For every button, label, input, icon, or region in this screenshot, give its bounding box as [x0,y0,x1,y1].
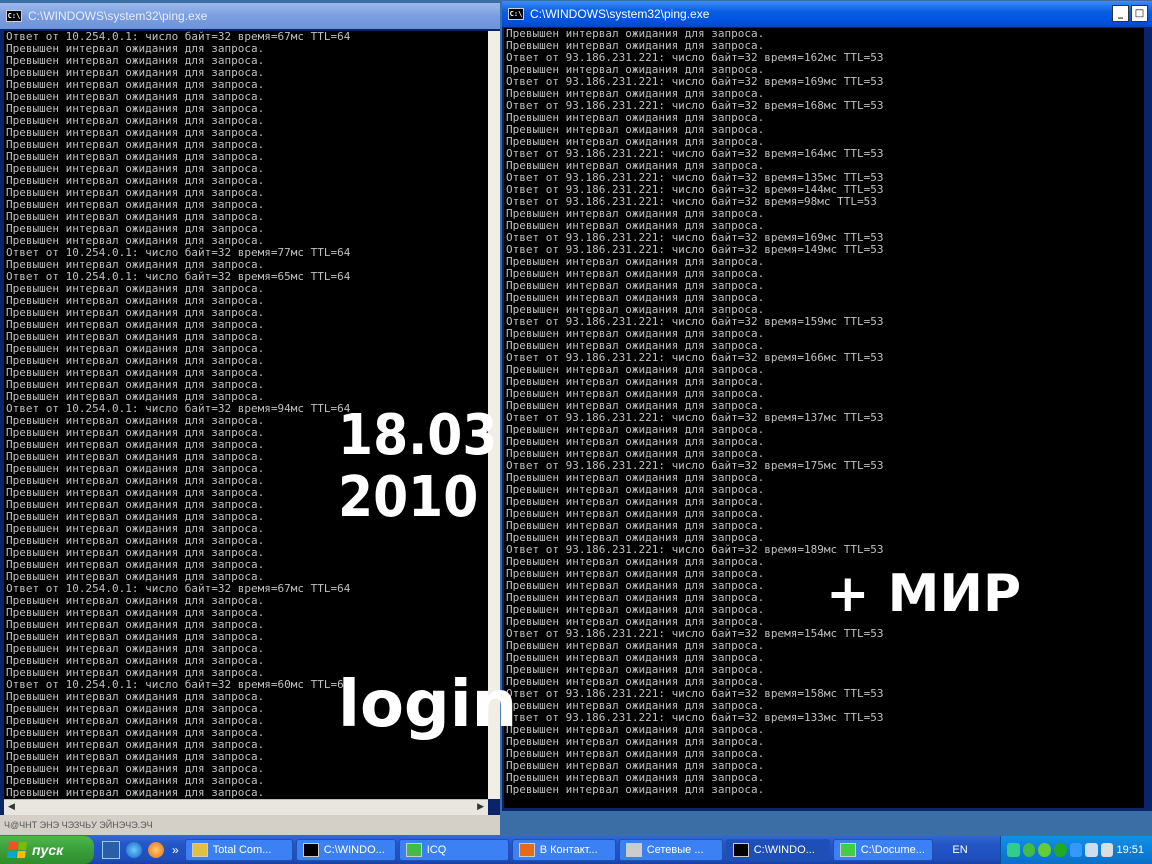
firefox-icon [518,843,535,857]
taskbar-button-label: ICQ [426,844,447,856]
clock[interactable]: 19:51 [1116,844,1144,856]
handwritten-mir: + МИР [826,564,1022,624]
right-window-titlebar[interactable]: C:\ C:\WINDOWS\system32\ping.exe _ □ [502,1,1152,27]
horizontal-scrollbar[interactable]: ◀ ▶ [4,799,488,815]
taskbar-button[interactable]: В Контакт... [511,839,616,861]
quick-launch [102,841,164,859]
taskbar-button[interactable]: C:\WINDO... [725,839,830,861]
taskbar-button[interactable]: C:\Docume... [832,839,933,861]
window-title: C:\WINDOWS\system32\ping.exe [28,9,208,23]
date-line-2: 2010 [338,465,479,530]
tray-icon-update[interactable] [1038,843,1051,857]
scroll-right-icon[interactable]: ▶ [477,802,484,812]
console-icon: C:\ [6,10,22,22]
maximize-button[interactable]: □ [1131,5,1148,22]
icq-flower-icon [405,843,422,857]
taskbar-button-label: Total Com... [212,844,272,856]
window-title: C:\WINDOWS\system32\ping.exe [530,7,710,21]
taskbar-button-label: В Контакт... [539,844,598,856]
console-text: Превышен интервал ожидания для запроса. … [506,28,884,796]
taskbar-button-label: C:\WINDO... [323,844,385,856]
taskbar-button[interactable]: Сетевые ... [618,839,723,861]
tray-icon-network[interactable] [1007,843,1020,857]
console-output: Превышен интервал ожидания для запроса. … [504,28,1144,808]
task-buttons: Total Com... C:\WINDO... ICQ В Контакт... Се… [184,839,933,861]
taskbar-button-label: Сетевые ... [646,844,704,856]
status-bar: Ч@ЧНТ ЭНЭ ЧЭЗЧЬУ ЭЙНЭЧЭ.ЭЧ [0,815,500,835]
handwritten-date: 18.03 2010 [338,405,497,529]
console-icon: C:\ [508,8,524,20]
scroll-left-icon[interactable]: ◀ [8,802,15,812]
chevron-icon[interactable]: » [172,843,179,857]
total-commander-icon [191,843,208,857]
windows-logo-icon [6,842,28,858]
language-indicator[interactable]: EN [947,844,973,856]
arrow-icon [839,843,856,857]
firefox-icon[interactable] [148,842,164,858]
console-icon [302,843,319,857]
taskbar: пуск » Total Com... C:\WINDO... ICQ В Конта… [0,836,1152,864]
taskbar-button[interactable]: C:\WINDO... [295,839,396,861]
tray-icon-shield[interactable] [1085,843,1098,857]
system-tray: EN 19:51 [952,836,1152,864]
start-button[interactable]: пуск [0,836,94,864]
volume-icon[interactable] [1100,843,1114,857]
date-line-1: 18.03 [338,403,498,468]
network-icon [625,843,642,857]
show-desktop-icon[interactable] [102,841,120,859]
tray-icon-icq[interactable] [1022,843,1036,857]
taskbar-button[interactable]: ICQ [398,839,509,861]
start-label: пуск [32,842,64,858]
left-window-titlebar[interactable]: C:\ C:\WINDOWS\system32\ping.exe [0,3,500,29]
taskbar-button[interactable]: Total Com... [184,839,293,861]
tray-icon-blue[interactable] [1069,843,1083,857]
taskbar-button-label: C:\Docume... [860,844,925,856]
handwritten-login: login [338,668,518,742]
tray-icon-green[interactable] [1053,843,1067,857]
ie-icon[interactable] [126,842,142,858]
taskbar-button-label: C:\WINDO... [753,844,815,856]
minimize-button[interactable]: _ [1112,5,1129,22]
right-console-window[interactable]: C:\ C:\WINDOWS\system32\ping.exe _ □ Пре… [502,1,1152,811]
console-icon [732,843,749,857]
